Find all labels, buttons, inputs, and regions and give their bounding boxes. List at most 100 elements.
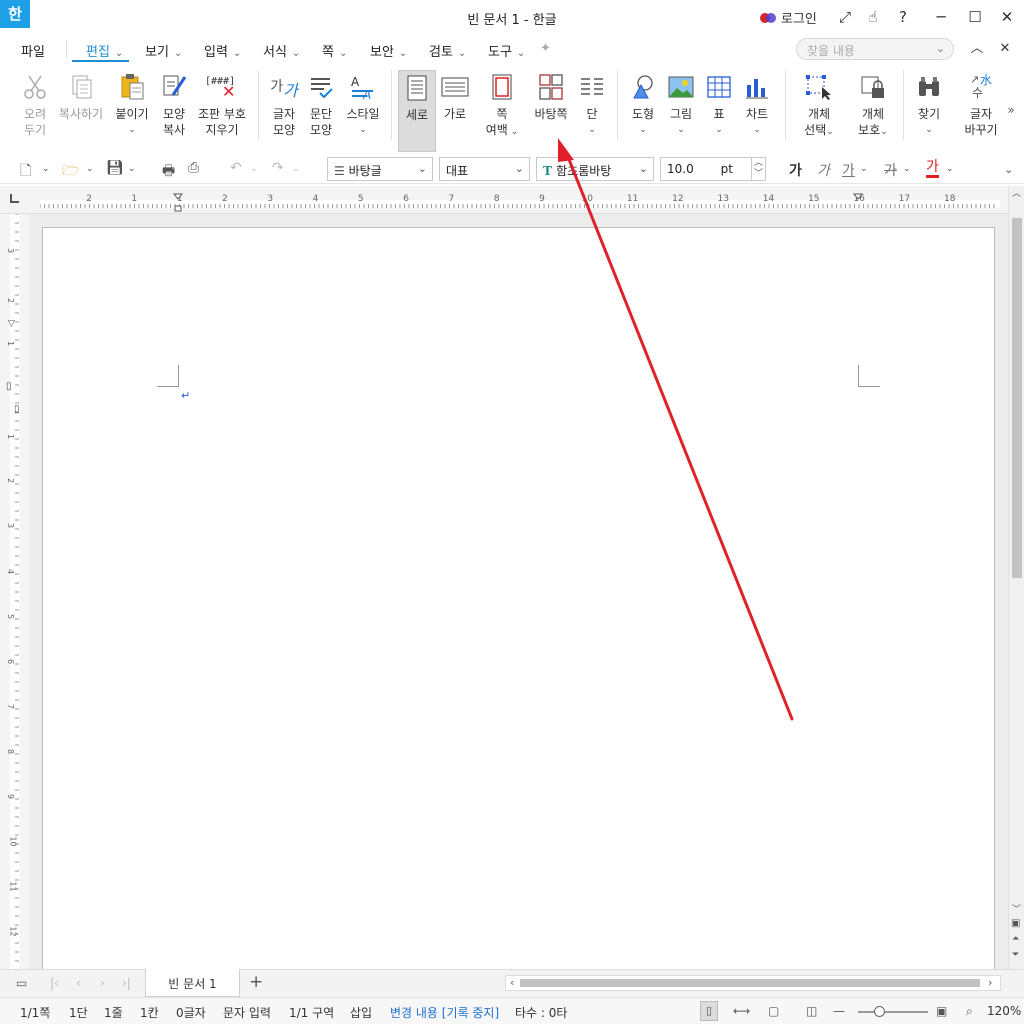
font-select[interactable]: T 함초롬바탕 ⌄ [536,157,654,181]
scroll-up-icon[interactable]: ︿ [1012,186,1021,199]
help-icon[interactable]: ? [892,6,914,28]
underline-button[interactable]: 가 [842,160,855,180]
background-page-button[interactable]: 바탕쪽 [532,72,570,122]
collapse-ribbon-icon[interactable]: ︿ [966,38,988,60]
char-shape-button[interactable]: 가가 글자 모양 [268,72,300,138]
chevron-down-icon[interactable]: ⌄ [250,164,258,174]
hand-icon[interactable]: ☝ [862,6,884,28]
clear-codes-button[interactable]: [###] ✕ 조판 부호 지우기 [197,72,247,138]
table-button[interactable]: 표 ⌄ [704,72,734,138]
first-tab-icon[interactable]: |‹ [50,976,59,990]
last-tab-icon[interactable]: ›| [122,976,131,990]
copy-button[interactable]: 복사하기 [56,72,106,122]
undo-icon[interactable]: ↶ [230,160,242,176]
font-color-button[interactable]: 가 [926,160,939,178]
object-select-button[interactable]: 개체 선택⌄ [800,72,838,140]
more-icon[interactable]: » [1004,102,1018,118]
zoom-in-icon[interactable]: ▣ [936,1004,947,1018]
chevron-down-icon[interactable]: ⌄ [42,164,50,174]
horizontal-ruler[interactable]: 2 1 1 2 3 4 5 6 7 8 9 10 11 12 13 14 15 16 17 18 [0,186,1024,214]
open-folder-icon[interactable]: 🗁 [62,160,79,184]
login-button[interactable]: 로그인 [760,8,817,27]
minimize-icon[interactable]: ─ [930,6,952,28]
object-protect-button[interactable]: 개체 보호⌄ [853,72,893,140]
zoom-search-icon[interactable]: ⌕ [966,1004,973,1019]
page-margin-button[interactable]: 쪽 여백 ⌄ [484,72,520,140]
scrollbar-thumb[interactable] [1012,218,1022,578]
portrait-button[interactable]: 세로 [398,70,436,152]
next-tab-icon[interactable]: › [100,976,105,990]
status-track-changes[interactable]: 변경 내용 [기록 중지] [390,1004,499,1021]
next-page-icon[interactable]: ⏷ [1012,950,1019,960]
document-canvas[interactable]: ↵ [30,214,1008,987]
chevron-down-icon[interactable]: ⌄ [936,42,945,55]
fit-width-icon[interactable]: ⟷ [733,1004,750,1018]
font-size-stepper[interactable]: ︿ ﹀ [752,157,766,181]
shape-button[interactable]: 도형 ⌄ [627,72,659,138]
scroll-down-icon[interactable]: ﹀ [1012,902,1021,915]
status-page[interactable]: 1/1쪽 [20,1004,50,1021]
horizontal-scrollbar[interactable]: ‹ › [505,975,1001,991]
chart-button[interactable]: 차트 ⌄ [742,72,772,138]
zoom-out-icon[interactable]: — [833,1004,845,1018]
chevron-down-icon[interactable]: ⌄ [946,164,954,174]
document-page[interactable]: ↵ [42,227,995,987]
menu-edit[interactable]: 편집 ⌄ [86,41,123,60]
page-jump-icon[interactable]: ▣ [1011,918,1020,929]
fullscreen-icon[interactable]: ⤢ [834,6,856,28]
redo-icon[interactable]: ↷ [272,160,284,176]
zoom-slider[interactable] [858,1011,928,1013]
full-page-icon[interactable]: ▢ [768,1004,779,1018]
status-insert-mode[interactable]: 삽입 [350,1004,372,1021]
replace-button[interactable]: ↗ 水 수 글자 바꾸기 [960,72,1002,138]
puzzle-icon[interactable]: ✦ [540,41,551,56]
new-doc-icon[interactable]: 🗋 [20,160,31,184]
chevron-down-icon[interactable]: ⌄ [292,164,300,174]
menu-view[interactable]: 보기 ⌄ [145,41,182,60]
search-input[interactable]: 찾을 내용 ⌄ [796,38,954,60]
print-preview-icon[interactable]: ⎙ [188,160,199,176]
menu-page[interactable]: 쪽 ⌄ [322,41,347,60]
print-icon[interactable]: 🖶 [162,160,175,184]
chevron-down-icon[interactable]: ⌄ [128,164,136,174]
menu-insert[interactable]: 입력 ⌄ [204,41,241,60]
add-tab-icon[interactable]: + [249,972,263,992]
chevron-down-icon[interactable]: ⌄ [860,164,868,174]
style-select[interactable]: ☰ 바탕글 ⌄ [327,157,433,181]
font-size-input[interactable]: 10.0 pt [660,157,752,181]
close-icon[interactable]: ✕ [996,6,1018,28]
landscape-button[interactable]: 가로 [439,72,471,122]
menu-file[interactable]: 파일 [21,41,45,60]
save-icon[interactable]: 💾︎ [106,160,124,176]
menu-format[interactable]: 서식 ⌄ [263,41,300,60]
more-toolbar-icon[interactable]: ⌄ [1004,163,1013,176]
vertical-ruler[interactable]: ▽ ▯ ▯ 3 2 1 1 2 3 4 5 6 7 8 9 10 11 12 [0,214,30,969]
bold-button[interactable]: 가 [789,160,802,180]
menu-review[interactable]: 검토 ⌄ [429,41,466,60]
menu-tools[interactable]: 도구 ⌄ [488,41,525,60]
zoom-level[interactable]: 120% [987,1004,1021,1018]
doc-tab[interactable]: 빈 문서 1 [145,969,240,997]
maximize-icon[interactable]: ☐ [964,6,986,28]
language-select[interactable]: 대표 ⌄ [439,157,530,181]
strikethrough-button[interactable]: 가 [884,160,897,180]
prev-page-icon[interactable]: ⏶ [1012,934,1019,944]
prev-tab-icon[interactable]: ‹ [76,976,81,990]
chevron-down-icon[interactable]: ⌄ [903,164,911,174]
format-copy-button[interactable]: 모양 복사 [155,72,193,138]
zoom-slider-handle[interactable] [874,1006,885,1017]
picture-button[interactable]: 그림 ⌄ [666,72,696,138]
cut-button[interactable]: 오려 두기 [18,72,52,138]
find-button[interactable]: 찾기 ⌄ [912,72,946,138]
chevron-down-icon[interactable]: ⌄ [86,164,94,174]
status-input-mode[interactable]: 문자 입력 [223,1004,271,1021]
vertical-scrollbar[interactable]: ︿ ﹀ ▣ ⏶ ⏷ [1008,186,1024,969]
paste-button[interactable]: 붙이기 ⌄ [113,72,151,138]
menu-security[interactable]: 보안 ⌄ [370,41,407,60]
normal-view-icon[interactable]: ▯ [700,1001,718,1021]
tab-type-icon[interactable] [10,194,19,203]
tab-list-icon[interactable]: ▭ [16,976,27,990]
style-button[interactable]: AA 스타일 ⌄ [343,72,383,138]
italic-button[interactable]: 가 [817,160,830,180]
multi-page-icon[interactable]: ◫ [806,1004,817,1018]
